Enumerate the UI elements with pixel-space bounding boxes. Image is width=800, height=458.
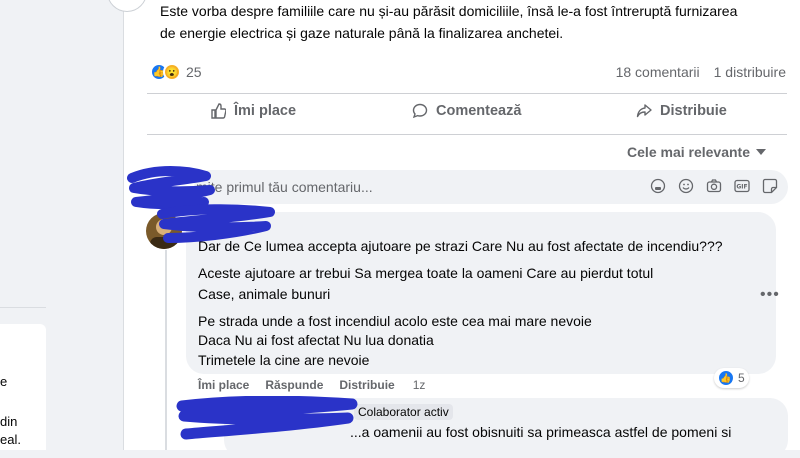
redaction-scribble [157, 204, 275, 243]
reply-text: ...a oamenii au fost obisnuiti sa primea… [350, 424, 732, 440]
left-text-2: din [0, 414, 18, 429]
comment-input-icons: GIF [650, 178, 778, 194]
svg-text:GIF: GIF [736, 184, 747, 191]
comment-input-placeholder: mite primul tău comentariu... [196, 179, 373, 195]
gif-icon[interactable]: GIF [734, 178, 750, 194]
comment-line-6: Trimetele la cine are nevoie [198, 352, 370, 368]
divider [147, 134, 787, 135]
post-text-line-1: Este vorba despre familiile care nu și-a… [160, 3, 738, 19]
comment-reaction-count: 5 [738, 371, 745, 385]
post-reactions[interactable]: 👍 😮 25 [150, 62, 202, 82]
comment-reply-link[interactable]: Răspunde [265, 378, 323, 392]
post-stats: 18 comentarii 1 distribuire [616, 64, 786, 80]
divider [147, 93, 787, 94]
redaction-scribble [176, 396, 358, 440]
left-text-1: e [0, 374, 8, 389]
comment-actions: Îmi place Răspunde Distribuie 1z [198, 378, 425, 392]
thumbs-up-icon [211, 103, 226, 119]
left-divider [0, 307, 46, 308]
like-label: Îmi place [234, 103, 297, 119]
sort-dropdown[interactable]: Cele mai relevante [627, 144, 766, 160]
wow-reaction-icon: 😮 [163, 63, 181, 81]
comment-line-2: Aceste ajutoare ar trebui Sa mergea toat… [198, 265, 654, 281]
like-button[interactable]: Îmi place [210, 103, 296, 119]
thread-line [165, 250, 167, 450]
comment-line-5: Daca Nu ai fost afectat Nu lua donatia [198, 332, 434, 348]
comment-button[interactable]: Comentează [412, 103, 521, 119]
camera-icon[interactable] [706, 178, 722, 194]
comment-line-3: Case, animale bunuri [198, 286, 331, 302]
like-reaction-icon: 👍 [718, 370, 734, 386]
comments-count-link[interactable]: 18 comentarii [616, 64, 700, 80]
comment-like-link[interactable]: Îmi place [198, 378, 249, 392]
contributor-badge: Colaborator activ [354, 404, 453, 420]
comment-timestamp[interactable]: 1z [413, 378, 426, 392]
comment-icon [412, 103, 428, 119]
sort-label: Cele mai relevante [627, 144, 750, 160]
comment-line-4: Pe strada unde a fost incendiul acolo es… [198, 313, 592, 329]
post-text-line-2: de energie electrica și gaze naturale pâ… [160, 25, 564, 41]
share-button[interactable]: Distribuie [636, 103, 727, 119]
share-icon [636, 104, 652, 118]
comment-label: Comentează [436, 103, 522, 119]
reaction-count: 25 [186, 64, 202, 80]
shares-count-link[interactable]: 1 distribuire [714, 64, 786, 80]
chevron-down-icon [756, 149, 766, 155]
post-text: Este vorba despre familiile care nu și-a… [160, 0, 780, 44]
comment-reactions[interactable]: 👍 5 [714, 368, 749, 388]
avatar-sticker-icon[interactable] [650, 178, 666, 194]
emoji-icon[interactable] [678, 178, 694, 194]
left-text-3: eal. [0, 432, 21, 447]
sticker-icon[interactable] [762, 178, 778, 194]
share-label: Distribuie [660, 103, 727, 119]
comment-share-link[interactable]: Distribuie [339, 378, 394, 392]
more-options-icon[interactable]: ••• [760, 286, 780, 304]
